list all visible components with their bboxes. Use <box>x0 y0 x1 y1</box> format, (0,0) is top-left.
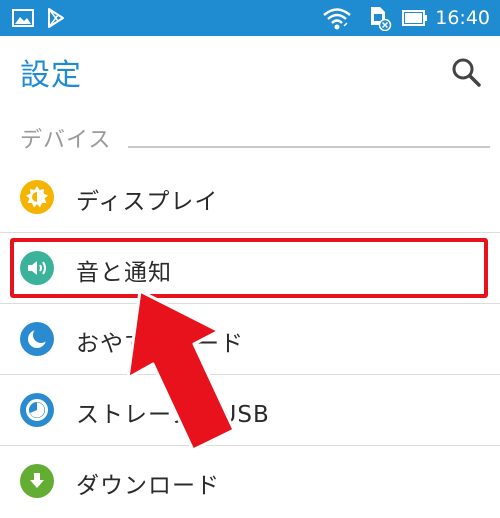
volume-icon <box>20 251 54 285</box>
settings-item-do-not-disturb[interactable]: おやすみモード <box>0 304 500 375</box>
battery-icon <box>400 0 430 36</box>
settings-list: ディスプレイ 音と通知 おやすみモード ストレージとUSB ダウンロード <box>0 162 500 517</box>
section-title: デバイス <box>20 128 112 153</box>
moon-icon <box>20 322 54 356</box>
storage-icon <box>20 393 54 427</box>
search-icon <box>452 58 481 87</box>
settings-item-storage-usb[interactable]: ストレージとUSB <box>0 375 500 446</box>
settings-item-label: ストレージとUSB <box>76 402 270 428</box>
settings-item-label: おやすみモード <box>76 331 244 357</box>
download-icon <box>20 464 54 498</box>
settings-item-sound-notification[interactable]: 音と通知 <box>0 233 500 304</box>
settings-item-label: ダウンロード <box>76 473 220 499</box>
settings-item-display[interactable]: ディスプレイ <box>0 162 500 233</box>
search-button[interactable] <box>446 52 486 92</box>
settings-item-label: ディスプレイ <box>76 189 219 215</box>
settings-item-label: 音と通知 <box>76 260 172 286</box>
no-sim-icon <box>364 0 394 36</box>
brightness-icon <box>20 180 54 214</box>
settings-item-download[interactable]: ダウンロード <box>0 446 500 517</box>
status-bar: 16:40 <box>0 0 500 36</box>
section-divider <box>128 146 490 148</box>
page-title: 設定 <box>20 58 82 93</box>
play-store-icon <box>44 0 68 36</box>
status-time: 16:40 <box>435 7 490 29</box>
section-header-device: デバイス <box>0 110 500 162</box>
wifi-icon <box>320 0 354 36</box>
app-header: 設定 <box>0 36 500 110</box>
gallery-icon <box>10 0 36 36</box>
